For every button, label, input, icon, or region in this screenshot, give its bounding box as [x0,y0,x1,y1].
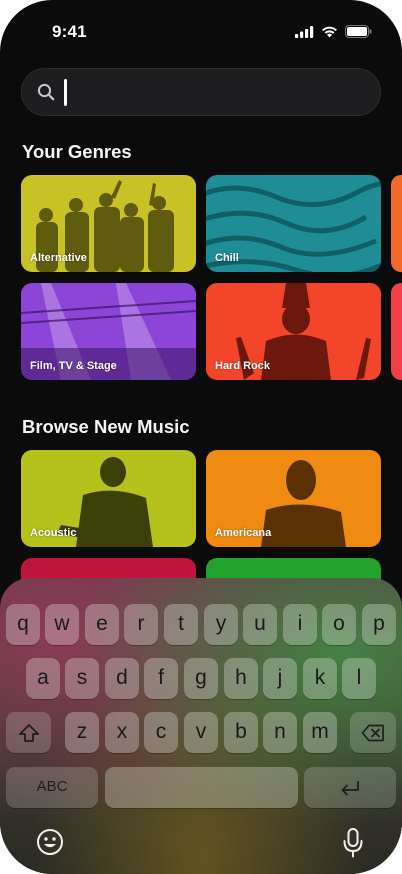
key-m[interactable]: m [303,712,337,753]
genre-tile-label: Alternative [30,252,87,264]
delete-key[interactable] [350,712,396,753]
key-y[interactable]: y [204,604,238,645]
key-u[interactable]: u [243,604,277,645]
key-x[interactable]: x [105,712,139,753]
search-bar[interactable] [21,68,381,116]
key-f[interactable]: f [144,658,178,699]
search-input[interactable] [72,69,362,115]
key-q[interactable]: q [6,604,40,645]
key-k[interactable]: k [303,658,337,699]
abc-key[interactable]: ABC [6,767,98,808]
key-j[interactable]: j [263,658,297,699]
delete-icon [361,724,384,741]
return-key[interactable] [304,767,396,808]
key-s[interactable]: s [65,658,99,699]
genre-tile-film-tv-stage[interactable]: Film, TV & Stage [21,283,196,380]
genre-tile-alternative[interactable]: Alternative [21,175,196,272]
shift-icon [18,723,39,742]
key-l[interactable]: l [342,658,376,699]
key-d[interactable]: d [105,658,139,699]
cellular-signal-icon [295,25,314,38]
space-bar[interactable] [105,767,298,808]
key-a[interactable]: a [26,658,60,699]
search-icon [37,83,55,101]
key-r[interactable]: r [124,604,158,645]
key-e[interactable]: e [85,604,119,645]
genre-tile-label: Chill [215,252,239,264]
status-icons [295,25,372,38]
genre-tile-partial[interactable] [391,175,402,272]
key-p[interactable]: p [362,604,396,645]
return-icon [341,780,359,795]
shift-key[interactable] [6,712,51,753]
key-h[interactable]: h [224,658,258,699]
key-n[interactable]: n [263,712,297,753]
key-t[interactable]: t [164,604,198,645]
text-cursor [64,79,67,106]
wifi-icon [322,26,337,37]
genre-tile-partial[interactable] [391,283,402,380]
browse-tile-acoustic[interactable]: Acoustic [21,450,196,547]
your-genres-title: Your Genres [22,141,132,162]
microphone-icon[interactable] [342,828,364,858]
key-o[interactable]: o [322,604,356,645]
key-w[interactable]: w [45,604,79,645]
phone-screen: 9:41 Your Genres Alternative Chill Film,… [0,0,402,874]
status-bar: 9:41 [0,0,402,62]
key-i[interactable]: i [283,604,317,645]
key-z[interactable]: z [65,712,99,753]
battery-icon [345,25,372,38]
key-b[interactable]: b [224,712,258,753]
emoji-icon[interactable] [36,828,64,856]
browse-tile-label: Acoustic [30,527,77,539]
browse-new-music-title: Browse New Music [22,416,190,437]
key-v[interactable]: v [184,712,218,753]
genre-tile-label: Film, TV & Stage [30,360,117,372]
genre-tile-label: Hard Rock [215,360,271,372]
browse-tile-americana[interactable]: Americana [206,450,381,547]
onscreen-keyboard: q w e r t y u i o p a s d f g h j k l z … [0,578,402,874]
browse-tile-label: Americana [215,527,272,539]
genre-tile-hard-rock[interactable]: Hard Rock [206,283,381,380]
status-time: 9:41 [52,22,87,41]
key-g[interactable]: g [184,658,218,699]
key-c[interactable]: c [144,712,178,753]
genre-tile-chill[interactable]: Chill [206,175,381,272]
